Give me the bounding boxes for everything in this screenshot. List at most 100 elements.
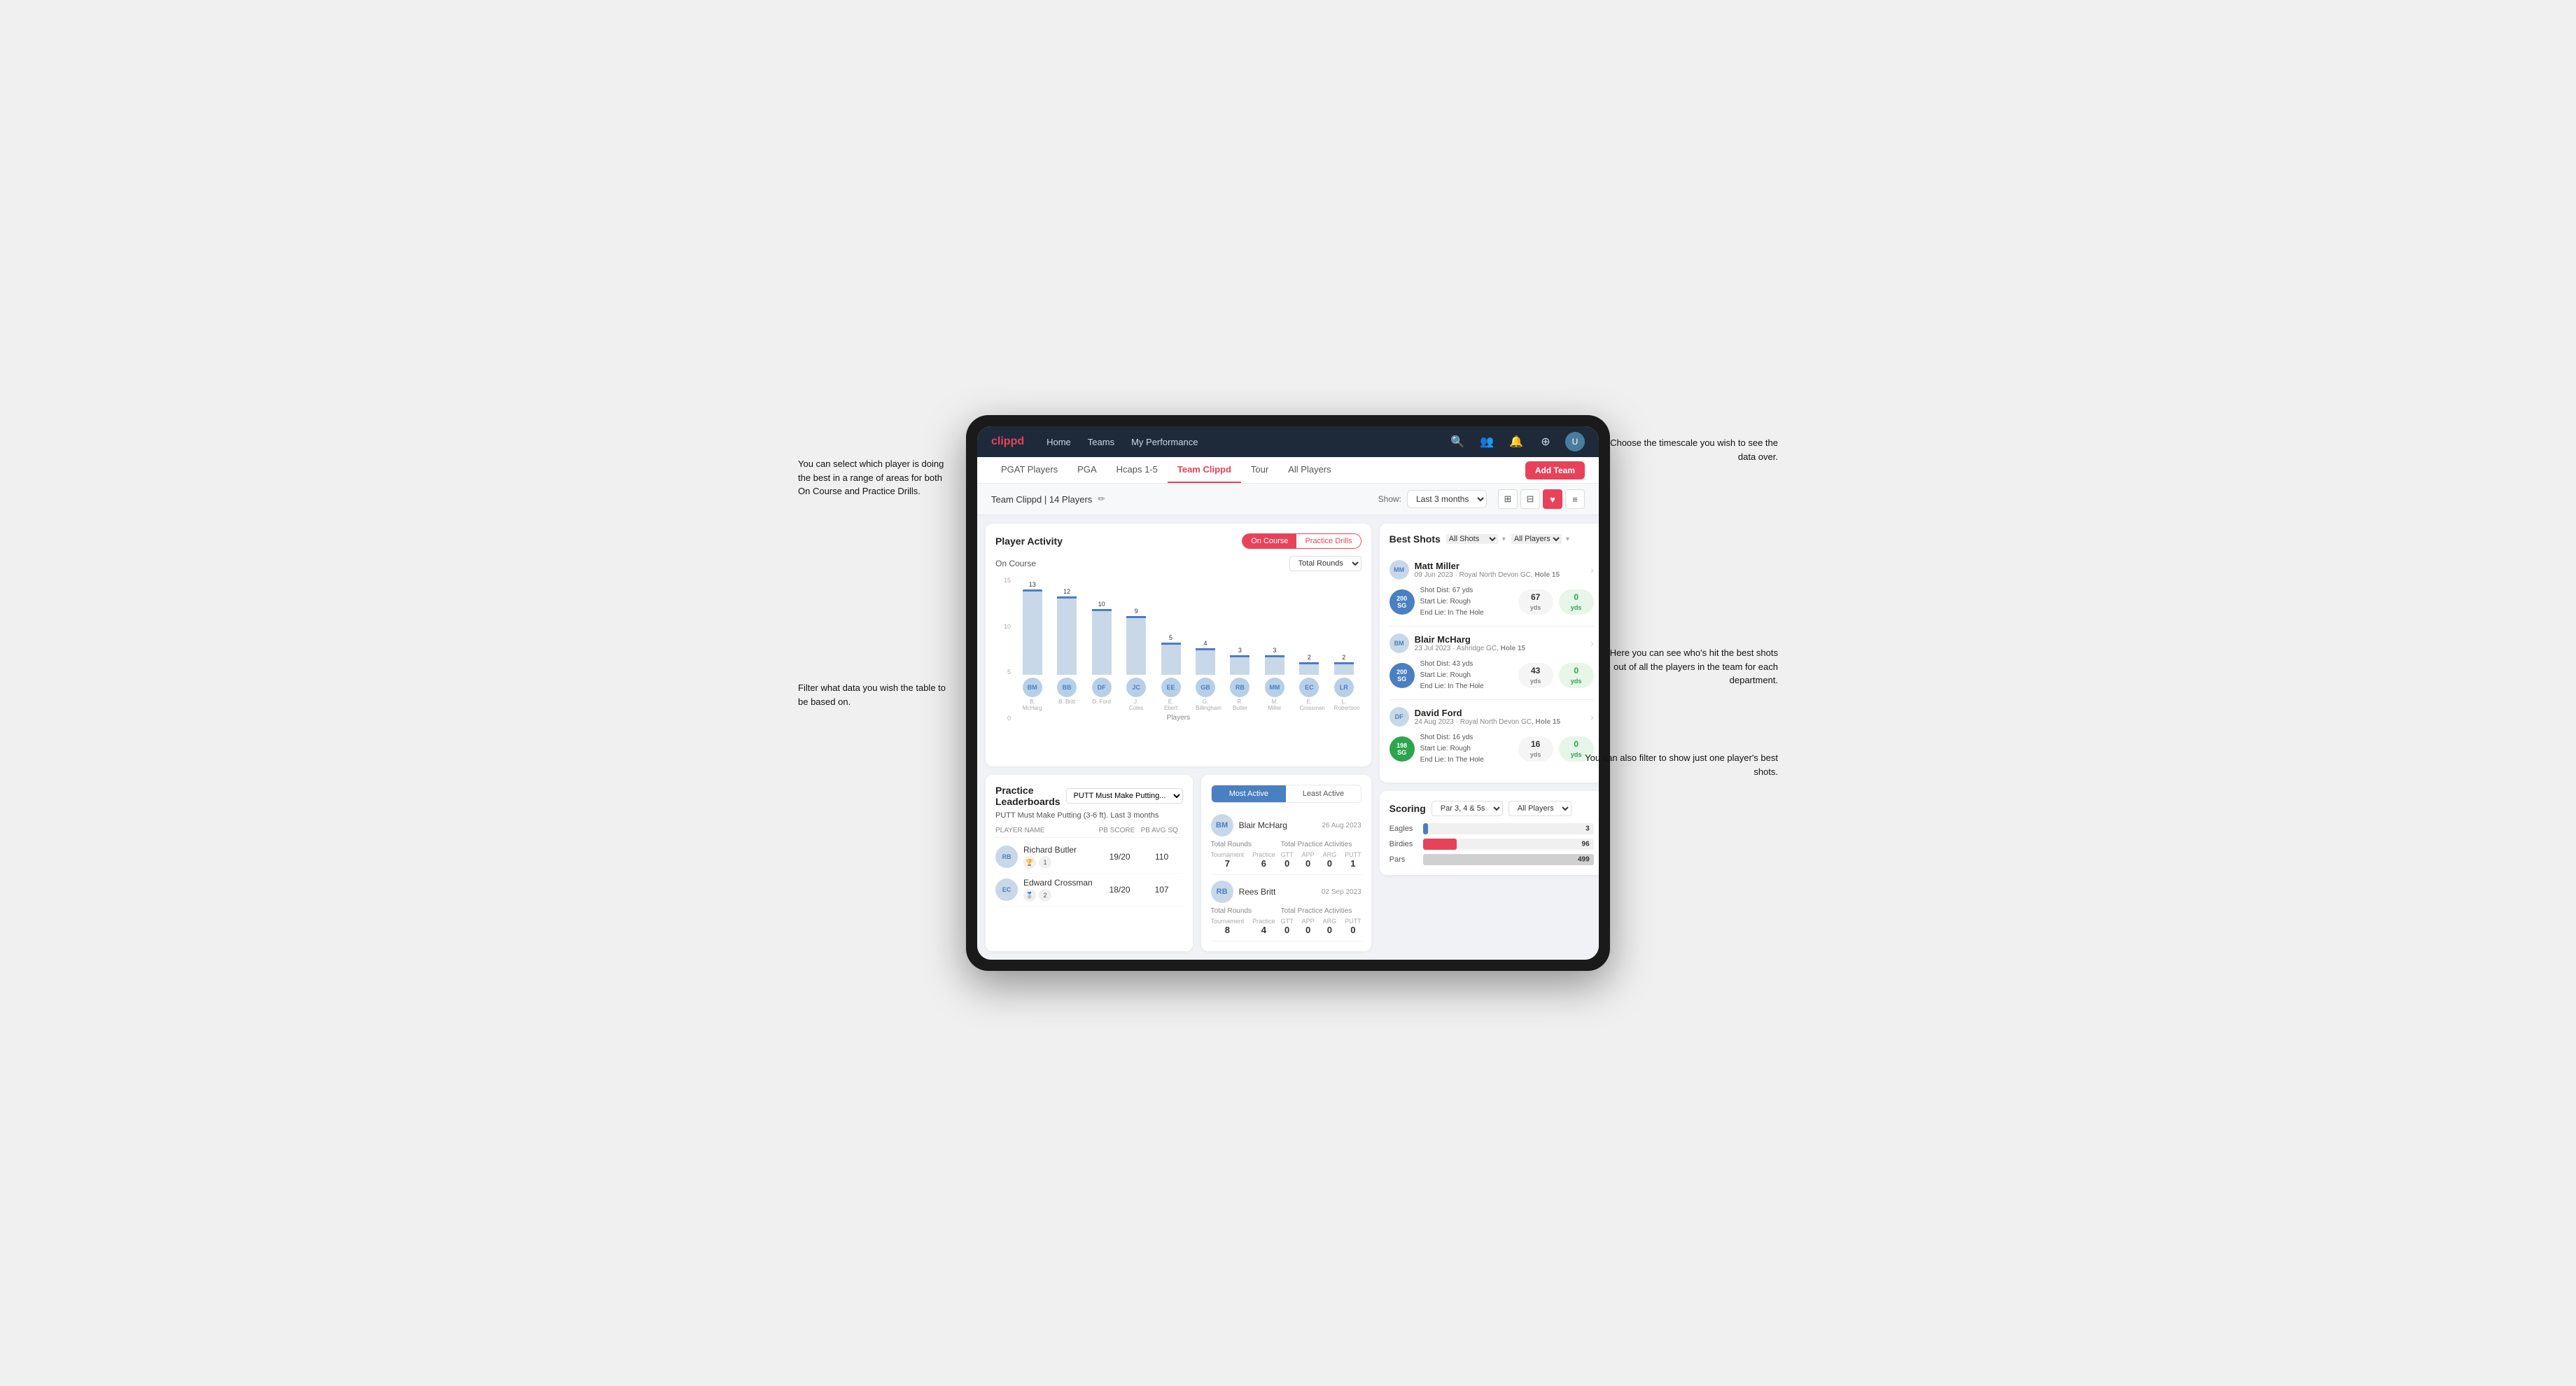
player-name-butler: Richard Butler: [1023, 845, 1077, 855]
shot-badge-mcharg: 200 SG: [1390, 663, 1415, 688]
bar-val-coles: 9: [1135, 608, 1138, 615]
nav-icons: 🔍 👥 🔔 ⊕ U: [1448, 432, 1585, 451]
bar-top-ford: [1092, 609, 1112, 611]
pb-avg-crossman: 107: [1141, 885, 1183, 895]
annotation-mid-right: Here you can see who's hit the best shot…: [1596, 646, 1778, 687]
avatar-butler: RB: [1230, 678, 1250, 697]
stats-britt: Total Rounds Tournament 8 Practice: [1211, 907, 1362, 935]
pb-score-crossman: 18/20: [1099, 885, 1141, 895]
nav-my-performance[interactable]: My Performance: [1131, 437, 1198, 447]
shots-player-select[interactable]: All Players: [1511, 534, 1562, 544]
nav-home[interactable]: Home: [1046, 437, 1071, 447]
rounds-row-mcHarg: Tournament 7 Practice 6: [1211, 851, 1275, 869]
chart-metric-dropdown[interactable]: Total Rounds Fairways GIR: [1289, 556, 1362, 571]
sub-nav-pga[interactable]: PGA: [1068, 457, 1106, 483]
active-header-mcHarg: BM Blair McHarg 26 Aug 2023: [1211, 814, 1362, 836]
scoring-player-select[interactable]: All Players: [1508, 801, 1572, 816]
sub-nav-team-clippd[interactable]: Team Clippd: [1168, 457, 1241, 483]
bar-val-butler: 3: [1238, 647, 1242, 654]
app-val-britt: 0: [1302, 925, 1315, 935]
rounds-label-britt: Total Rounds: [1211, 907, 1275, 915]
shot-badge-miller: 200 SG: [1390, 589, 1415, 615]
gtt-col-mcHarg: GTT 0: [1281, 851, 1294, 869]
y-axis: 15 10 5 0: [995, 577, 1014, 722]
active-toggle: Most Active Least Active: [1211, 785, 1362, 803]
scoring-par-select[interactable]: Par 3, 4 & 5s: [1432, 801, 1503, 816]
bar-top-butler: [1230, 655, 1250, 657]
toggle-practice-drills[interactable]: Practice Drills: [1296, 534, 1360, 548]
x-label-billingham: G. Billingham: [1196, 699, 1215, 711]
view-settings-button[interactable]: ≡: [1565, 489, 1585, 509]
shot-zero-miller: 0yds: [1559, 589, 1594, 615]
arg-col-mcHarg: ARG 0: [1323, 851, 1337, 869]
chart-section-header: On Course Total Rounds Fairways GIR: [995, 556, 1362, 571]
shot-player-name-mcharg: Blair McHarg: [1415, 634, 1525, 645]
scoring-card: Scoring Par 3, 4 & 5s All Players Ea: [1380, 791, 1599, 875]
edit-icon[interactable]: ✏: [1098, 493, 1105, 505]
view-icons: ⊞ ⊟ ♥ ≡: [1498, 489, 1585, 509]
arg-val-mcHarg: 0: [1323, 858, 1337, 869]
scoring-val-eagles: 3: [1586, 825, 1590, 833]
practice-acts-row-mcHarg: GTT 0 APP 0: [1281, 851, 1362, 869]
bar-top-mcHarg: [1023, 589, 1042, 592]
shot-badge-sub-dford: SG: [1397, 749, 1406, 756]
sub-nav-pgat[interactable]: PGAT Players: [991, 457, 1068, 483]
bell-icon[interactable]: 🔔: [1506, 432, 1526, 451]
scoring-label-birdies: Birdies: [1390, 840, 1418, 848]
tournament-val-britt: 8: [1211, 925, 1245, 935]
view-heart-button[interactable]: ♥: [1543, 489, 1562, 509]
view-grid2-button[interactable]: ⊞: [1498, 489, 1518, 509]
bar-val-miller: 3: [1273, 647, 1276, 654]
avatar[interactable]: U: [1565, 432, 1585, 451]
bar-group-ebert: 5: [1161, 577, 1181, 675]
gtt-label-britt: GTT: [1281, 918, 1294, 925]
shot-entry-mcharg[interactable]: BM Blair McHarg 23 Jul 2023 · Ashridge G…: [1390, 626, 1594, 700]
bar-val-mcHarg: 13: [1029, 581, 1036, 588]
annotation-top-right: Choose the timescale you wish to see the…: [1596, 436, 1778, 463]
practice-val-mcHarg: 6: [1252, 858, 1275, 869]
leaderboard-table-header: PLAYER NAME PB SCORE PB AVG SQ: [995, 824, 1183, 838]
shots-type-select[interactable]: All Shots Best Shots: [1446, 534, 1498, 544]
bar-group-coles: 9: [1126, 577, 1146, 675]
rounds-britt: Total Rounds Tournament 8 Practice: [1211, 907, 1275, 935]
nav-teams[interactable]: Teams: [1088, 437, 1114, 447]
bar-group-ford: 10: [1092, 577, 1112, 675]
users-icon[interactable]: 👥: [1477, 432, 1497, 451]
drill-select[interactable]: PUTT Must Make Putting...: [1066, 788, 1183, 804]
shot-avatar-mcharg: BM: [1390, 634, 1409, 653]
shot-player-info-dford: David Ford 24 Aug 2023 · Royal North Dev…: [1415, 708, 1560, 726]
arg-label-britt: ARG: [1323, 918, 1337, 925]
bar-group-robertson: 2: [1334, 577, 1354, 675]
shot-end-dford: End Lie: In The Hole: [1420, 755, 1513, 766]
shot-info-mcharg: Shot Dist: 43 yds Start Lie: Rough End L…: [1420, 659, 1513, 692]
active-player-mcHarg: BM Blair McHarg 26 Aug 2023 Total Rounds: [1211, 808, 1362, 875]
bar-top-robertson: [1334, 662, 1354, 664]
toggle-on-course[interactable]: On Course: [1242, 534, 1296, 548]
add-team-button[interactable]: Add Team: [1525, 461, 1585, 479]
timescale-select[interactable]: Last 3 months Last month Last 6 months L…: [1407, 490, 1487, 508]
sub-nav-all-players[interactable]: All Players: [1278, 457, 1340, 483]
shot-entry-miller[interactable]: MM Matt Miller 09 Jun 2023 · Royal North…: [1390, 553, 1594, 626]
main-content: Player Activity On Course Practice Drill…: [977, 515, 1599, 960]
least-active-btn[interactable]: Least Active: [1286, 785, 1361, 802]
player-activity-title: Player Activity: [995, 536, 1063, 547]
practice-leaderboard-card: Practice Leaderboards PUTT Must Make Put…: [986, 775, 1193, 951]
sub-nav-hcaps[interactable]: Hcaps 1-5: [1107, 457, 1168, 483]
view-grid3-button[interactable]: ⊟: [1520, 489, 1540, 509]
scoring-val-pars: 499: [1578, 856, 1590, 864]
search-icon[interactable]: 🔍: [1448, 432, 1467, 451]
add-circle-icon[interactable]: ⊕: [1536, 432, 1555, 451]
stats-mcHarg: Total Rounds Tournament 7 Practice: [1211, 841, 1362, 869]
x-label-britt: B. Britt: [1057, 699, 1077, 711]
bar-mcHarg: [1023, 589, 1042, 675]
scoring-header: Scoring Par 3, 4 & 5s All Players: [1390, 801, 1594, 816]
avatar-billingham: GB: [1196, 678, 1215, 697]
most-active-btn[interactable]: Most Active: [1212, 785, 1287, 802]
practice-col-britt: Practice 4: [1252, 918, 1275, 935]
player-activity-card: Player Activity On Course Practice Drill…: [986, 524, 1371, 766]
avatar-robertson: LR: [1334, 678, 1354, 697]
shot-badge-num-mcharg: 200: [1396, 668, 1407, 676]
putt-label-britt: PUTT: [1345, 918, 1362, 925]
bar-ford: [1092, 609, 1112, 675]
sub-nav-tour[interactable]: Tour: [1241, 457, 1278, 483]
